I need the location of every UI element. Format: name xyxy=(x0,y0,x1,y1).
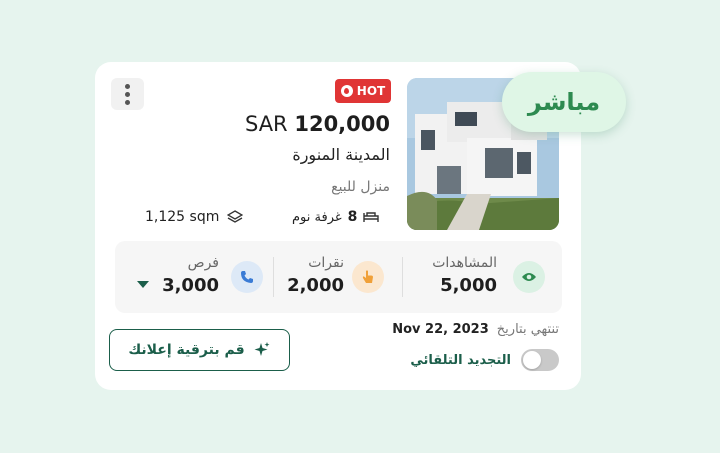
auto-renew: التجديد التلقائي xyxy=(410,349,559,371)
stat-leads-label: فرص xyxy=(187,255,219,271)
bed-icon xyxy=(363,212,380,222)
listing-city: المدينة المنورة xyxy=(292,145,390,164)
more-dot-icon xyxy=(125,83,130,89)
auto-renew-label: التجديد التلقائي xyxy=(410,352,511,368)
more-options-button[interactable] xyxy=(111,78,144,110)
sparkle-icon xyxy=(254,342,270,356)
phone-icon xyxy=(231,261,263,293)
expiry-label: تنتهي بتاريخ xyxy=(496,322,559,337)
caret-down-icon[interactable] xyxy=(137,281,149,288)
stats-divider xyxy=(402,257,403,297)
bedrooms-label: غرفة نوم xyxy=(292,209,342,225)
tap-hand-icon xyxy=(352,261,384,293)
promote-ad-label: قم بترقية إعلانك xyxy=(128,342,245,358)
price-amount: 120,000 xyxy=(294,112,390,136)
property-type: منزل للبيع xyxy=(331,179,390,195)
listing-price: SAR 120,000 xyxy=(245,112,390,136)
promote-ad-button[interactable]: قم بترقية إعلانك xyxy=(109,329,290,371)
area-value: 1,125 sqm xyxy=(145,209,220,225)
bedrooms-info: غرفة نوم 8 xyxy=(292,206,380,228)
stats-panel: المشاهدات 5,000 نقرات 2,000 فرص 3,000 xyxy=(115,241,562,313)
flame-icon xyxy=(340,85,353,97)
more-dot-icon xyxy=(125,99,130,105)
more-dot-icon xyxy=(125,91,130,97)
area-info: 1,125 sqm xyxy=(145,206,244,228)
stat-clicks-label: نقرات xyxy=(308,255,344,271)
layers-icon xyxy=(227,210,244,223)
stat-leads-value: 3,000 xyxy=(162,275,219,296)
stat-views: المشاهدات 5,000 xyxy=(425,241,555,313)
live-status-badge: مباشر xyxy=(502,72,626,132)
price-currency: SAR xyxy=(244,112,288,136)
auto-renew-toggle[interactable] xyxy=(521,349,559,371)
stat-views-value: 5,000 xyxy=(440,275,497,296)
eye-icon xyxy=(513,261,545,293)
hot-badge: HOT xyxy=(335,79,391,103)
expiry-date: Nov 22, 2023 xyxy=(392,322,489,337)
stat-clicks-value: 2,000 xyxy=(287,275,344,296)
hot-badge-label: HOT xyxy=(356,84,386,98)
toggle-knob xyxy=(523,351,541,369)
stat-clicks: نقرات 2,000 xyxy=(275,241,400,313)
stats-divider xyxy=(273,257,274,297)
expiry-info: Nov 22, 2023 تنتهي بتاريخ xyxy=(392,322,559,337)
stat-views-label: المشاهدات xyxy=(432,255,497,271)
stat-leads: فرص 3,000 xyxy=(123,241,271,313)
bedrooms-count: 8 xyxy=(347,209,358,225)
